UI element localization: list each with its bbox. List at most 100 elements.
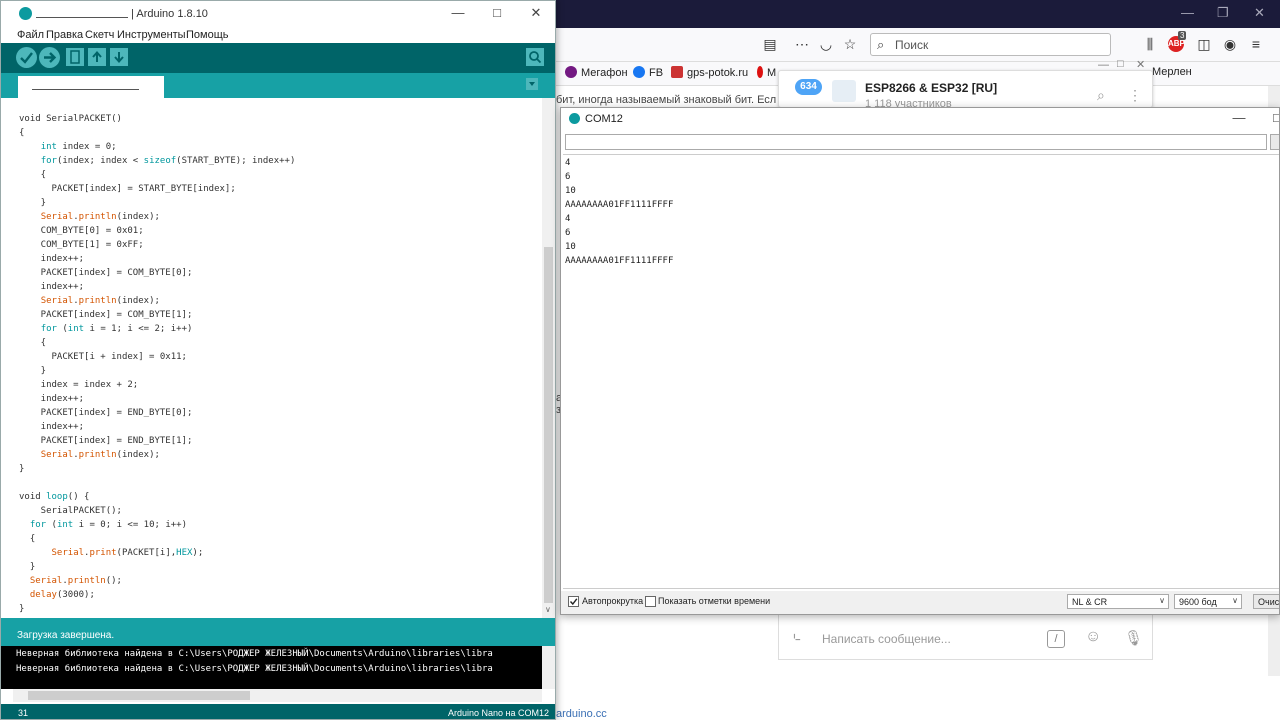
code-line[interactable]: void loop() { [19, 490, 89, 504]
code-line[interactable]: COM_BYTE[0] = 0x01; [19, 224, 144, 238]
code-token: } [19, 464, 25, 474]
tg-minimize-icon[interactable]: — [1098, 59, 1109, 71]
code-line[interactable]: Serial.println(index); [19, 294, 160, 308]
code-line[interactable]: for(index; index < sizeof(START_BYTE); i… [19, 154, 296, 168]
baud-rate-select[interactable]: 9600 бод ∨ [1174, 594, 1242, 609]
code-line[interactable]: index++; [19, 392, 84, 406]
code-line[interactable]: Serial.print(PACKET[i],HEX); [19, 546, 204, 560]
code-line[interactable]: { [19, 336, 46, 350]
message-input[interactable]: Написать сообщение... [822, 632, 951, 646]
code-line[interactable]: PACKET[index] = COM_BYTE[0]; [19, 266, 193, 280]
code-line[interactable]: index = index + 2; [19, 378, 139, 392]
code-line[interactable]: index++; [19, 420, 84, 434]
code-line[interactable]: PACKET[index] = START_BYTE[index]; [19, 182, 236, 196]
new-button[interactable] [66, 48, 84, 66]
console-scrollbar[interactable] [542, 646, 555, 689]
restore-icon[interactable]: ❐ [1217, 5, 1229, 21]
code-line[interactable]: } [19, 364, 46, 378]
upload-button[interactable] [39, 47, 60, 68]
line-number: 31 [18, 708, 29, 718]
bookmark-fb[interactable]: FB [633, 66, 663, 79]
code-line[interactable]: delay(3000); [19, 588, 95, 602]
code-line[interactable]: { [19, 168, 46, 182]
tg-maximize-icon[interactable]: □ [1117, 58, 1124, 70]
bookmark-star-icon[interactable]: ☆ [842, 36, 858, 52]
kebab-menu-icon[interactable]: ⋮ [1128, 87, 1142, 104]
sidebar-icon[interactable]: ◫ [1196, 36, 1212, 52]
save-button[interactable] [110, 48, 128, 66]
menu-help[interactable]: Помощь [186, 29, 229, 41]
code-line[interactable]: for (int i = 0; i <= 10; i++) [19, 518, 187, 532]
code-line[interactable]: Serial.println(); [19, 574, 122, 588]
pocket-icon[interactable]: ◡ [818, 36, 834, 52]
menu-tools[interactable]: Инструменты [117, 29, 186, 41]
line-ending-select[interactable]: NL & CR ∨ [1067, 594, 1169, 609]
code-line[interactable]: } [19, 560, 35, 574]
code-line[interactable]: PACKET[index] = END_BYTE[0]; [19, 406, 193, 420]
checkmark-icon [569, 598, 578, 606]
close-icon[interactable]: ✕ [528, 5, 544, 21]
code-line[interactable]: PACKET[i + index] = 0x11; [19, 350, 187, 364]
status-message: Загрузка завершена. [17, 630, 115, 641]
bookmark-m[interactable]: М [757, 66, 776, 79]
code-editor[interactable]: void SerialPACKET(){ int index = 0; for(… [1, 98, 542, 618]
tab-menu-button[interactable] [526, 78, 538, 90]
chat-search-icon[interactable]: ⌕ [1097, 87, 1105, 104]
maximize-icon[interactable]: □ [489, 5, 505, 21]
tg-close-icon[interactable]: ✕ [1136, 58, 1145, 71]
tab-sketch[interactable] [18, 76, 164, 98]
code-line[interactable]: PACKET[index] = COM_BYTE[1]; [19, 308, 193, 322]
console-h-scrollbar-thumb[interactable] [28, 691, 250, 700]
more-icon[interactable]: ⋯ [794, 36, 810, 52]
autoscroll-checkbox[interactable] [568, 596, 579, 607]
commands-icon[interactable]: / [1047, 630, 1065, 648]
bookmark-gps-potok[interactable]: gps-potok.ru [671, 66, 748, 79]
code-line[interactable]: index++; [19, 280, 84, 294]
microphone-icon[interactable]: 🎙︎ [1124, 629, 1143, 647]
clear-output-button[interactable]: Очист [1253, 594, 1279, 609]
menu-sketch[interactable]: Скетч [85, 29, 114, 41]
timestamps-checkbox[interactable] [645, 596, 656, 607]
verify-button[interactable] [16, 47, 37, 68]
browser-search-input[interactable]: ⌕ Поиск [870, 33, 1111, 56]
code-line[interactable]: int index = 0; [19, 140, 117, 154]
code-line[interactable]: void SerialPACKET() [19, 112, 122, 126]
menu-file[interactable]: Файл [17, 29, 44, 41]
minimize-icon[interactable]: — [1181, 5, 1194, 20]
close-icon[interactable]: ✕ [1254, 5, 1265, 21]
send-input[interactable] [565, 134, 1267, 150]
menu-edit[interactable]: Правка [46, 29, 83, 41]
code-line[interactable]: index++; [19, 252, 84, 266]
code-line[interactable]: SerialPACKET(); [19, 504, 122, 518]
send-button[interactable] [1270, 134, 1279, 150]
attach-icon[interactable]: ⌎ [788, 629, 801, 649]
minimize-icon[interactable]: — [450, 5, 466, 21]
code-line[interactable]: } [19, 462, 24, 476]
code-line[interactable]: Serial.println(index); [19, 448, 160, 462]
bookmark-label: gps-potok.ru [687, 67, 749, 79]
library-icon[interactable]: ⫼ [1142, 36, 1158, 52]
code-line[interactable]: { [19, 126, 24, 140]
code-line[interactable]: PACKET[index] = END_BYTE[1]; [19, 434, 193, 448]
bookmark-megafon[interactable]: Мегафон [565, 66, 628, 79]
reader-view-icon[interactable]: ▤ [762, 36, 778, 52]
scroll-down-icon[interactable]: ∨ [545, 605, 551, 614]
code-line[interactable]: { [19, 532, 35, 546]
open-button[interactable] [88, 48, 106, 66]
bookmark-merlen[interactable]: Мерлен [1152, 66, 1192, 78]
serial-monitor-button[interactable] [526, 48, 544, 66]
code-line[interactable]: } [19, 196, 46, 210]
code-line[interactable]: Serial.println(index); [19, 210, 160, 224]
code-line[interactable]: for (int i = 1; i <= 2; i++) [19, 322, 193, 336]
editor-scrollbar-thumb[interactable] [544, 247, 553, 603]
minimize-icon[interactable]: — [1231, 110, 1247, 126]
menu-icon[interactable]: ≡ [1248, 36, 1264, 52]
maximize-icon[interactable]: □ [1269, 110, 1279, 126]
emoji-icon[interactable]: ☺ [1085, 628, 1101, 646]
account-icon[interactable]: ◉ [1222, 36, 1238, 52]
bookmark-label: М [767, 67, 777, 79]
code-line[interactable]: } [19, 602, 24, 616]
code-line[interactable]: COM_BYTE[1] = 0xFF; [19, 238, 144, 252]
